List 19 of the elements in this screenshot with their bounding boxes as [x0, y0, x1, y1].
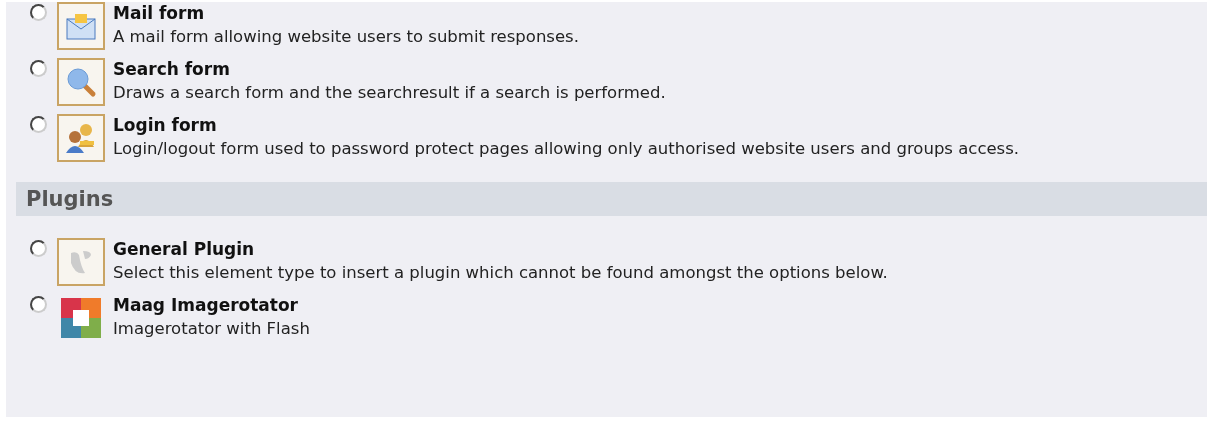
item-description: Select this element type to insert a plugin which cannot be found amongst the options below.: [113, 262, 888, 284]
search-icon: [65, 66, 97, 98]
item-title: Maag Imagerotator: [113, 294, 299, 316]
item-description: A mail form allowing website users to submit responses.: [113, 26, 579, 48]
radio-button[interactable]: [30, 116, 47, 133]
section-heading: Plugins: [16, 182, 1207, 216]
envelope-icon: [65, 11, 97, 41]
item-title: Login form: [113, 114, 218, 136]
item-description: Login/logout form used to password protect pages allowing only authorised website users and groups access.: [113, 138, 1020, 160]
item-description: Imagerotator with Flash: [113, 318, 310, 340]
item-description: Draws a search form and the searchresult if a search is performed.: [113, 82, 666, 104]
radio-button[interactable]: [30, 296, 47, 313]
radio-button[interactable]: [30, 240, 47, 257]
item-title: Search form: [113, 58, 231, 80]
radio-button[interactable]: [30, 60, 47, 77]
item-title: General Plugin: [113, 238, 256, 260]
image-tiles-icon: [59, 296, 103, 340]
item-title: Mail form: [113, 2, 206, 24]
radio-button[interactable]: [30, 4, 47, 21]
